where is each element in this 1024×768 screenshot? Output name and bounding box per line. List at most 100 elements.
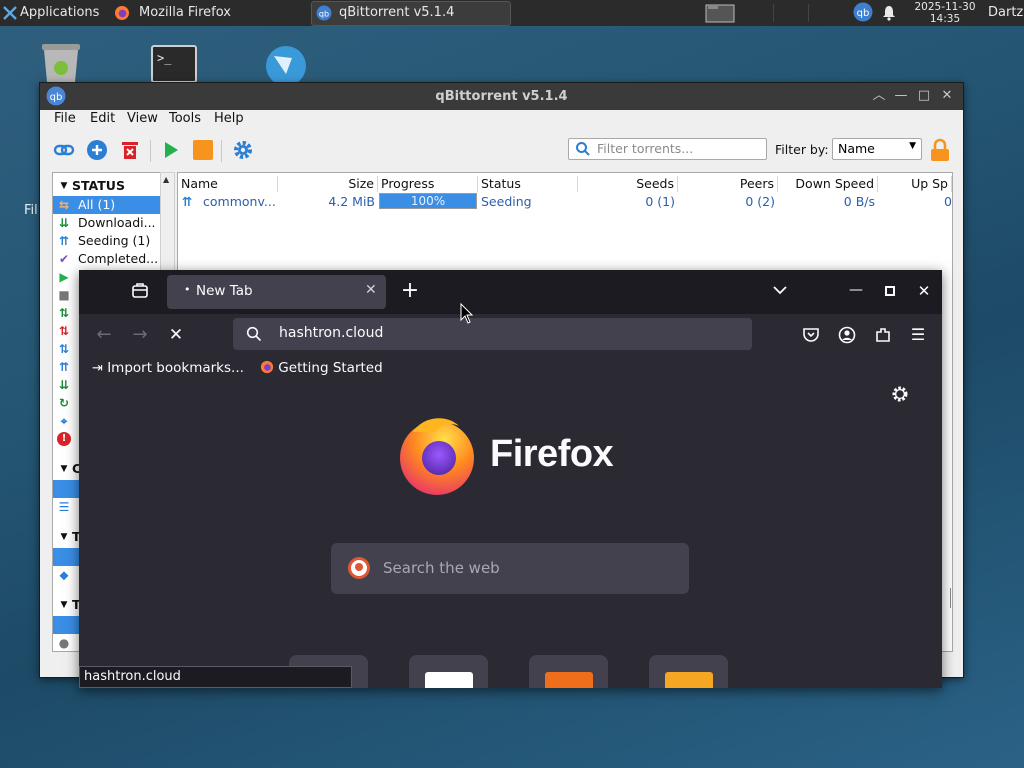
task-firefox[interactable]: Mozilla Firefox xyxy=(108,1,306,24)
search-web-box[interactable]: Search the web xyxy=(331,543,689,594)
svg-text:>_: >_ xyxy=(157,51,172,65)
getting-started-link[interactable]: Getting Started xyxy=(260,360,383,376)
column-header-up-speed[interactable]: Up Sp xyxy=(878,176,952,192)
workspace-switcher[interactable] xyxy=(705,1,735,24)
menu-tools[interactable]: Tools xyxy=(169,111,201,126)
forward-button[interactable]: → xyxy=(129,324,151,346)
filter-torrents-input[interactable]: Filter torrents... xyxy=(568,138,767,160)
terminal-desktop-icon[interactable]: >_ xyxy=(151,45,197,83)
browser-desktop-icon[interactable] xyxy=(264,44,308,86)
pocket-icon xyxy=(803,328,819,342)
stop-icon xyxy=(193,140,213,160)
notifications-button[interactable] xyxy=(880,1,898,24)
tab-close-icon[interactable]: ✕ xyxy=(365,282,377,298)
qbittorrent-tray-icon: qb xyxy=(853,2,873,22)
all-icon: ⇆ xyxy=(58,198,70,212)
column-header-name[interactable]: Name xyxy=(178,176,278,192)
new-tab-button[interactable]: + xyxy=(399,278,421,304)
filter-by-label: Filter by: xyxy=(775,142,829,157)
download-icon: ⇊ xyxy=(58,216,70,230)
window-title: qBittorrent v5.1.4 xyxy=(435,89,568,104)
account-button[interactable] xyxy=(836,324,858,346)
filter-by-select[interactable]: Name ▼ xyxy=(832,138,922,160)
play-icon: ▶ xyxy=(59,270,69,284)
menu-view[interactable]: View xyxy=(127,111,158,126)
search-web-placeholder: Search the web xyxy=(383,559,500,577)
stalled-down-icon: ⇊ xyxy=(58,378,70,392)
column-header-status[interactable]: Status xyxy=(478,176,578,192)
toolbar: Filter torrents... Filter by: Name ▼ xyxy=(40,130,963,170)
stalled-icon: ⇅ xyxy=(58,342,70,356)
maximize-button[interactable]: □ xyxy=(915,87,933,105)
pause-button[interactable] xyxy=(192,139,214,161)
options-button[interactable] xyxy=(232,139,254,161)
column-header-peers[interactable]: Peers xyxy=(678,176,778,192)
add-link-button[interactable] xyxy=(53,139,75,161)
sidebar-item-all[interactable]: ⇆ All (1) xyxy=(53,196,160,214)
sidebar-item-seeding[interactable]: ⇈ Seeding (1) xyxy=(53,232,160,250)
extensions-button[interactable] xyxy=(872,324,894,346)
minimize-button[interactable]: — xyxy=(892,87,910,105)
shortcut-tile[interactable] xyxy=(529,655,608,688)
add-torrent-button[interactable] xyxy=(86,139,108,161)
scroll-up-icon[interactable]: ▲ xyxy=(163,175,169,184)
task-firefox-label: Mozilla Firefox xyxy=(139,5,231,20)
sidebar-item-downloading[interactable]: ⇊ Downloadi... xyxy=(53,214,160,232)
task-qbittorrent[interactable]: qb qBittorrent v5.1.4 xyxy=(311,1,511,26)
firefox-icon xyxy=(260,360,274,374)
tab-bar[interactable]: • New Tab ✕ + — ✕ xyxy=(79,270,942,314)
torrent-up-speed: 0 xyxy=(944,194,952,209)
delete-button[interactable] xyxy=(119,139,141,161)
collapse-arrow-icon: ▼ xyxy=(60,181,68,191)
app-menu-button[interactable]: ☰ xyxy=(907,324,929,346)
shortcut-tile[interactable] xyxy=(649,655,728,688)
tab-overview-button[interactable] xyxy=(129,282,151,304)
tray-qbittorrent[interactable]: qb xyxy=(852,1,874,24)
stop-button[interactable]: ✕ xyxy=(165,324,187,346)
desktop-icon-label[interactable]: Fil xyxy=(24,203,38,218)
column-header-size[interactable]: Size xyxy=(278,176,378,192)
sidebar-item-label: Seeding (1) xyxy=(78,233,151,248)
tag-icon: ⬥ xyxy=(59,568,69,582)
trash-desktop-icon[interactable] xyxy=(38,42,84,82)
lock-button[interactable] xyxy=(929,138,951,162)
workspace-icon xyxy=(705,4,735,23)
user-name: Dartz xyxy=(988,5,1024,20)
tab-new-tab[interactable]: • New Tab ✕ xyxy=(167,275,386,309)
panel-separator xyxy=(773,4,774,22)
status-header[interactable]: ▼ STATUS xyxy=(53,177,160,195)
link-icon xyxy=(53,144,75,156)
url-bar[interactable]: hashtron.cloud xyxy=(233,318,752,350)
list-all-tabs-button[interactable] xyxy=(769,282,791,302)
trash-icon xyxy=(42,44,80,82)
torrent-peers: 0 (2) xyxy=(745,194,775,209)
account-icon xyxy=(838,326,856,344)
firefox-logo-icon xyxy=(400,418,474,495)
clock-time: 14:35 xyxy=(929,13,961,25)
menu-help[interactable]: Help xyxy=(214,111,244,126)
ff-maximize-button[interactable] xyxy=(880,282,900,302)
stalled-up-icon: ⇈ xyxy=(58,360,70,374)
menu-edit[interactable]: Edit xyxy=(90,111,115,126)
ff-minimize-button[interactable]: — xyxy=(846,282,866,302)
resume-button[interactable] xyxy=(160,139,182,161)
clock[interactable]: 2025-11-30 14:35 xyxy=(906,1,984,25)
sidebar-item-completed[interactable]: ✔ Completed... xyxy=(53,250,160,268)
menu-file[interactable]: File xyxy=(54,111,76,126)
shade-button[interactable]: ︿ xyxy=(870,87,888,105)
column-header-seeds[interactable]: Seeds xyxy=(578,176,678,192)
customize-newtab-button[interactable] xyxy=(890,385,910,405)
ff-close-button[interactable]: ✕ xyxy=(914,282,934,302)
column-header-down-speed[interactable]: Down Speed xyxy=(778,176,878,192)
close-button[interactable]: ✕ xyxy=(938,87,956,105)
import-bookmarks-link[interactable]: ⇥ Import bookmarks... xyxy=(92,360,244,376)
back-button[interactable]: ← xyxy=(93,324,115,346)
navigation-bar: ← → ✕ hashtron.cloud ☰ xyxy=(79,314,942,356)
pocket-button[interactable] xyxy=(800,324,822,346)
user-menu[interactable]: Dartz xyxy=(988,0,1023,26)
lock-icon xyxy=(931,138,949,161)
qbittorrent-titlebar[interactable]: qb qBittorrent v5.1.4 ︿ — □ ✕ xyxy=(40,83,963,110)
shortcut-tile[interactable] xyxy=(409,655,488,688)
maximize-icon xyxy=(885,286,895,296)
column-header-progress[interactable]: Progress xyxy=(378,176,478,192)
